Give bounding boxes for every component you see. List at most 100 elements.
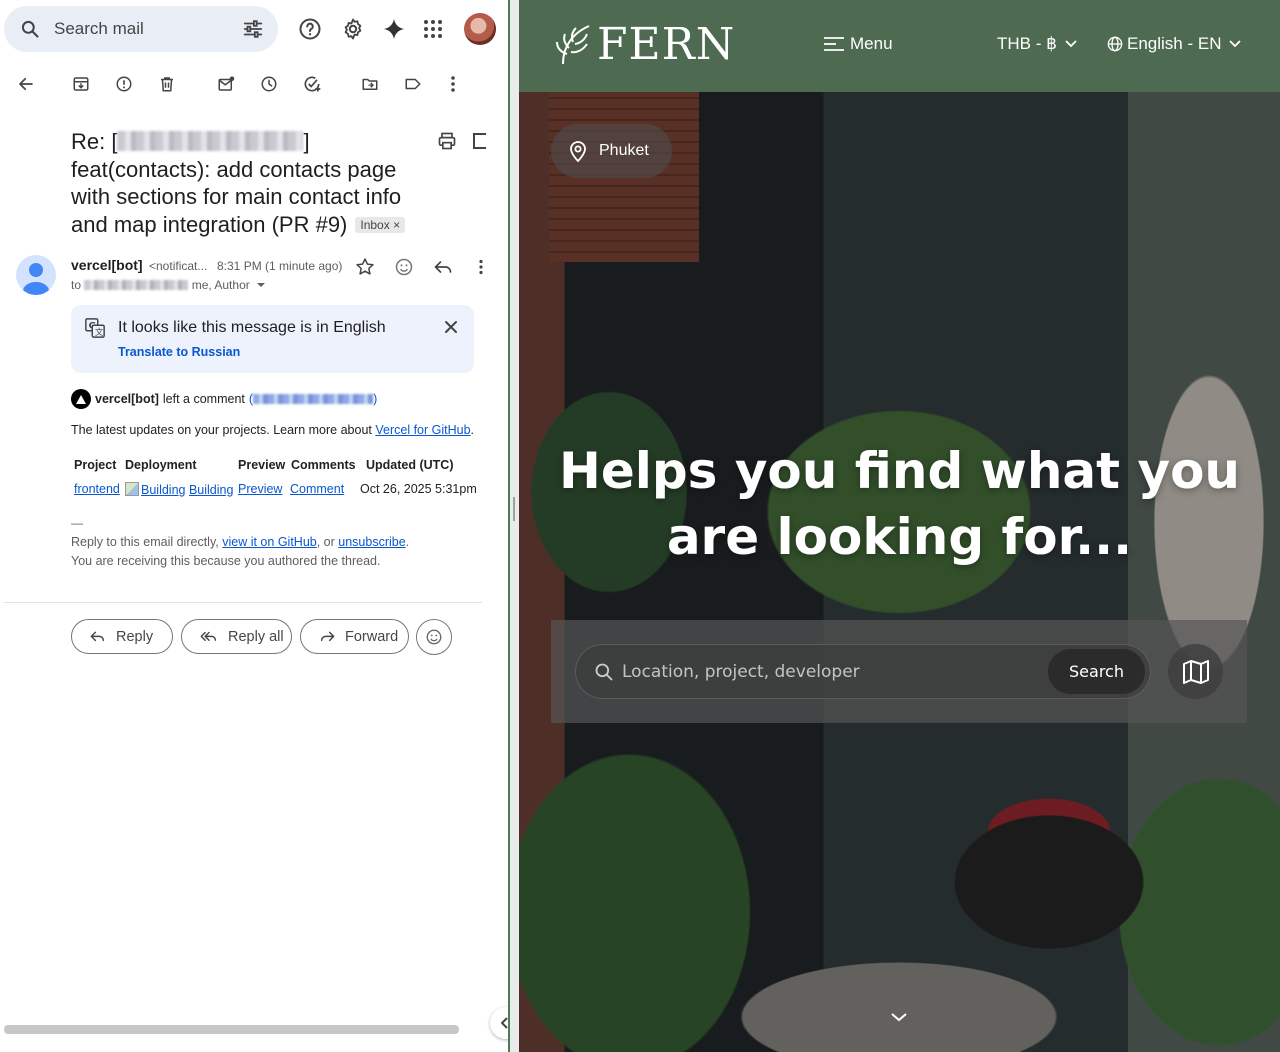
search-options-icon[interactable] (242, 18, 264, 40)
map-view-button[interactable] (1168, 644, 1223, 699)
fern-logo[interactable]: FERN (555, 18, 735, 70)
recipients-line[interactable]: to me, Author (71, 278, 266, 292)
mail-search-box[interactable] (4, 6, 278, 52)
chevron-down-icon (1229, 40, 1242, 48)
emoji-react-icon[interactable] (393, 256, 415, 278)
recipients-dropdown-icon[interactable] (256, 281, 266, 289)
reply-label: Reply (116, 628, 154, 645)
brand-wordmark: FERN (597, 18, 736, 70)
hero-content: Phuket Helps you find what you are looki… (519, 92, 1280, 1052)
footer-mid-text: , or (316, 535, 335, 549)
archive-icon[interactable] (69, 72, 93, 96)
translate-banner: G文 It looks like this message is in Engl… (71, 305, 474, 373)
horizontal-scrollbar[interactable] (0, 1022, 490, 1036)
delete-trash-icon[interactable] (155, 72, 179, 96)
split-grip[interactable] (513, 497, 515, 521)
remove-label-icon[interactable]: × (393, 218, 400, 232)
inbox-label-text: Inbox (360, 217, 390, 232)
mark-unread-icon[interactable] (214, 72, 238, 96)
close-icon[interactable] (441, 317, 461, 337)
comment-cell: Comment (290, 482, 344, 496)
account-avatar[interactable] (464, 13, 496, 45)
message-divider (4, 602, 482, 603)
table-header-updated: Updated (UTC) (366, 458, 454, 472)
map-pin-icon (570, 141, 586, 162)
vercel-logo-icon (71, 389, 91, 409)
deployment-image-link[interactable]: Building (141, 483, 185, 497)
unsubscribe-link[interactable]: unsubscribe (338, 535, 405, 549)
forward-icon (320, 631, 335, 641)
chevron-left-icon (501, 1017, 508, 1029)
hero-headline: Helps you find what you are looking for.… (519, 438, 1280, 570)
hero-search-panel: Search (551, 620, 1247, 723)
settings-gear-icon[interactable] (341, 17, 365, 41)
print-icon[interactable] (437, 131, 457, 151)
commenter-name: vercel[bot] (95, 392, 159, 406)
search-icon (595, 663, 613, 681)
fern-website-pane: FERN Menu THB - ฿ English - EN Phuket He… (519, 0, 1280, 1052)
project-link[interactable]: frontend (74, 482, 120, 496)
hero-search-field[interactable]: Search (575, 644, 1151, 699)
forward-button[interactable]: Forward (300, 619, 409, 654)
move-to-folder-icon[interactable] (358, 72, 382, 96)
hero-headline-line-2: are looking for... (666, 508, 1133, 566)
snooze-clock-icon[interactable] (257, 72, 281, 96)
mail-top-bar (0, 0, 508, 58)
add-to-tasks-icon[interactable] (300, 72, 324, 96)
reply-arrow-icon[interactable] (432, 256, 454, 278)
preview-link[interactable]: Preview (238, 482, 282, 496)
location-pill[interactable]: Phuket (551, 124, 672, 178)
search-icon[interactable] (20, 19, 40, 39)
menu-button[interactable]: Menu (824, 34, 893, 54)
fern-nav-bar: FERN Menu THB - ฿ English - EN (519, 0, 1280, 92)
intro-paragraph: The latest updates on your projects. Lea… (71, 423, 474, 437)
mail-pane: Re: [] feat(contacts): add contacts page… (0, 0, 508, 1052)
hero-search-input[interactable] (622, 658, 1042, 686)
scrollbar-thumb[interactable] (4, 1025, 459, 1034)
more-options-icon[interactable] (441, 72, 465, 96)
inbox-label-chip[interactable]: Inbox × (355, 216, 406, 233)
svg-text:文: 文 (95, 327, 103, 337)
help-icon[interactable] (298, 17, 322, 41)
subject-title: feat(contacts): add contacts page with s… (71, 156, 402, 237)
fern-leaf-logo-icon (556, 25, 590, 65)
reply-button[interactable]: Reply (71, 619, 173, 654)
label-tag-icon[interactable] (401, 72, 425, 96)
reply-all-icon (200, 631, 217, 641)
table-header-preview: Preview (238, 458, 286, 472)
gemini-sparkle-icon[interactable] (382, 17, 406, 41)
currency-selector[interactable]: THB - ฿ (997, 34, 1077, 54)
reply-all-button[interactable]: Reply all (181, 619, 292, 654)
redacted-comment-link[interactable] (253, 394, 374, 404)
intro-end: . (470, 423, 475, 437)
view-on-github-link[interactable]: view it on GitHub (222, 535, 316, 549)
back-arrow-icon[interactable] (14, 72, 38, 96)
translate-link[interactable]: Translate to Russian (118, 345, 240, 359)
scroll-down-chevron-icon[interactable] (889, 1010, 909, 1024)
footer-reason-line: You are receiving this because you autho… (71, 554, 381, 568)
location-label: Phuket (599, 142, 649, 159)
footer-end: . (405, 535, 410, 549)
signature-dash: — (71, 516, 83, 530)
comment-link[interactable]: Comment (290, 482, 344, 496)
apps-grid-icon[interactable] (421, 17, 445, 41)
mail-search-input[interactable] (54, 16, 224, 42)
search-button[interactable]: Search (1048, 649, 1145, 694)
open-new-window-icon[interactable] (472, 131, 486, 151)
reply-icon (90, 631, 105, 641)
language-selector[interactable]: English - EN (1107, 34, 1242, 54)
sender-avatar[interactable] (16, 255, 56, 295)
sender-name[interactable]: vercel[bot] (71, 257, 143, 273)
emoji-reaction-button[interactable] (416, 619, 452, 655)
message-more-icon[interactable] (470, 256, 492, 278)
star-icon[interactable] (354, 256, 376, 278)
pane-split-handle[interactable] (508, 0, 519, 1052)
report-spam-icon[interactable] (112, 72, 136, 96)
vercel-for-github-link[interactable]: Vercel for GitHub (375, 423, 470, 437)
smiley-icon (426, 629, 442, 645)
hero-section: Phuket Helps you find what you are looki… (519, 92, 1280, 1052)
collapse-panel-button[interactable] (490, 1007, 508, 1039)
deployment-status-link[interactable]: Building (189, 483, 233, 497)
recipients-text: me, Author (191, 278, 250, 292)
translate-message: It looks like this message is in English (118, 319, 386, 336)
